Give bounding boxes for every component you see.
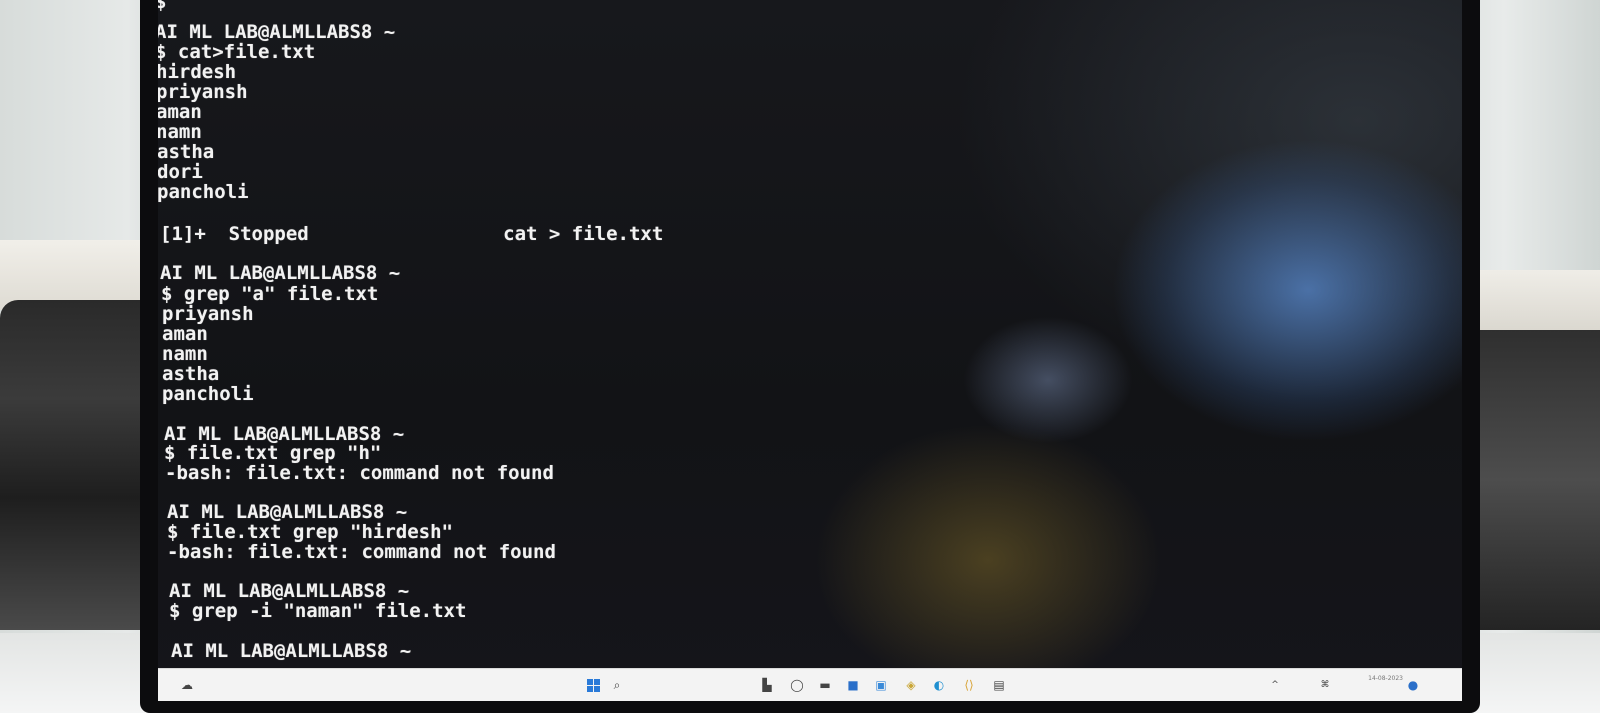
tray-date: 14-08-2023 <box>1368 675 1403 682</box>
terminal-output-line: dori <box>158 161 203 183</box>
network-icon[interactable]: ⌘ <box>1318 678 1332 692</box>
terminal-output-line: pancholi <box>158 181 249 203</box>
terminal-error-line: -bash: file.txt: command not found <box>165 462 554 484</box>
terminal-prompt: AI ML LAB@ALMLLABS8 ~ <box>158 21 396 43</box>
terminal-output-line: priyansh <box>162 303 254 325</box>
start-icon[interactable] <box>586 678 600 692</box>
terminal-prompt: AI ML LAB@ALMLLABS8 ~ <box>160 262 401 284</box>
file-explorer-icon[interactable]: ▬ <box>818 678 832 692</box>
terminal-job-status: [1]+ Stopped cat > file.txt <box>160 223 664 245</box>
terminal-output-line: aman <box>158 101 202 123</box>
vscode-icon[interactable]: ⟨⟩ <box>962 678 976 692</box>
monitor-screen: $ AI ML LAB@ALMLLABS8 ~ $ cat>file.txt h… <box>158 0 1462 683</box>
terminal-output-line: aman <box>162 323 208 345</box>
right-chair <box>1470 330 1600 630</box>
chat-icon[interactable]: ◯ <box>790 678 804 692</box>
photos-icon[interactable]: ▣ <box>874 678 888 692</box>
terminal-output-line: astha <box>162 363 220 385</box>
right-desk <box>1460 270 1600 330</box>
terminal-error-line: -bash: file.txt: command not found <box>167 541 556 563</box>
widgets-icon[interactable]: ☁ <box>180 678 194 692</box>
terminal-command: $ cat>file.txt <box>158 41 316 63</box>
task-view-icon[interactable]: ▙ <box>760 678 774 692</box>
search-icon[interactable]: ⌕ <box>610 678 624 692</box>
terminal-app-icon[interactable]: ▤ <box>992 678 1006 692</box>
chevron-up-icon[interactable]: ^ <box>1268 678 1282 692</box>
terminal-output-line: namn <box>162 343 208 365</box>
security-icon[interactable]: ◈ <box>904 678 918 692</box>
terminal-command: $ file.txt grep "hirdesh" <box>167 521 453 543</box>
terminal-output-line: namn <box>158 121 202 143</box>
terminal-line: $ <box>158 0 167 13</box>
terminal-output-line: hirdesh <box>158 61 237 83</box>
edge-icon[interactable]: ◐ <box>932 678 946 692</box>
terminal-output-line: astha <box>158 141 215 163</box>
terminal-prompt: AI ML LAB@ALMLLABS8 ~ <box>171 640 412 662</box>
terminal-output-line: priyansh <box>158 81 248 103</box>
terminal-command: $ file.txt grep "h" <box>164 442 382 464</box>
taskbar: ☁ ⌕ ▙ ◯ ▬ ■ ▣ ◈ ◐ ⟨⟩ ▤ ^ ⌘ 14-08-2023 ● <box>158 668 1462 701</box>
terminal-prompt: AI ML LAB@ALMLLABS8 ~ <box>169 580 410 602</box>
terminal-prompt: AI ML LAB@ALMLLABS8 ~ <box>167 501 408 523</box>
terminal-prompt: AI ML LAB@ALMLLABS8 ~ <box>164 423 405 445</box>
terminal-command: $ grep -i "naman" file.txt <box>169 600 467 622</box>
terminal-command: $ grep "a" file.txt <box>161 283 379 305</box>
terminal-output-line: pancholi <box>162 383 254 405</box>
store-icon[interactable]: ■ <box>846 678 860 692</box>
notification-icon[interactable]: ● <box>1406 678 1420 692</box>
